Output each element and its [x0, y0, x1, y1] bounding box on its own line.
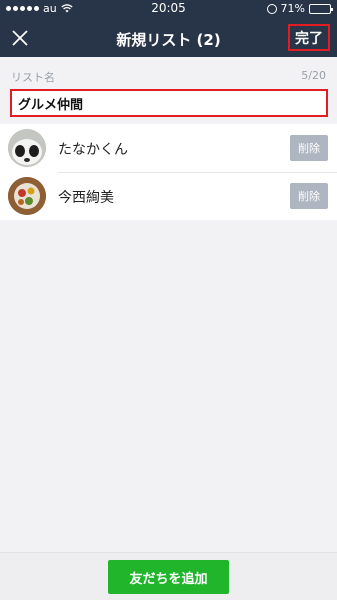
- panda-avatar: [8, 129, 46, 167]
- done-button[interactable]: 完了: [288, 24, 330, 51]
- battery-icon: [309, 3, 333, 14]
- food-avatar: [8, 177, 46, 215]
- add-friends-button[interactable]: 友だちを追加: [108, 560, 229, 594]
- list-name-label: リスト名: [11, 71, 55, 84]
- status-bar: au 20:05 71%: [0, 0, 337, 16]
- list-item: 今西絢美 削除: [0, 172, 337, 220]
- rotation-lock-icon: [266, 3, 277, 14]
- character-count: 5/20: [301, 69, 326, 82]
- delete-button[interactable]: 削除: [290, 135, 328, 161]
- member-name: たなかくん: [58, 142, 128, 158]
- delete-button[interactable]: 削除: [290, 183, 328, 209]
- battery-percent: 71%: [280, 2, 305, 15]
- status-right: 71%: [266, 2, 333, 15]
- list-name-input[interactable]: グルメ仲間: [10, 89, 328, 117]
- member-list: たなかくん 削除 今西絢美 削除: [0, 124, 337, 220]
- list-item: たなかくん 削除: [0, 124, 337, 172]
- page-title: 新規リスト (2): [116, 31, 221, 49]
- footer-bar: 友だちを追加: [0, 552, 337, 600]
- member-name: 今西絢美: [58, 190, 114, 206]
- navigation-bar: 新規リスト (2) 完了: [0, 20, 337, 57]
- top-bar: au 20:05 71% 新規リスト (2) 完了: [0, 0, 337, 57]
